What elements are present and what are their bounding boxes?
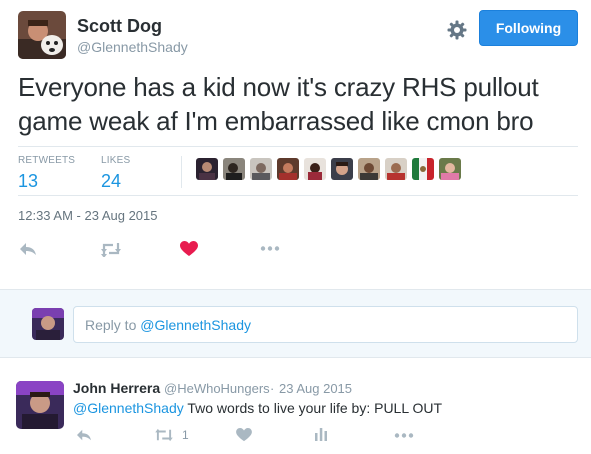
- analytics-icon: [314, 427, 328, 441]
- author-display-name[interactable]: Scott Dog: [77, 16, 162, 37]
- reply-retweet-action[interactable]: 1: [154, 428, 189, 442]
- retweet-icon: [100, 241, 122, 257]
- reply-text-body: Two words to live your life by: PULL OUT: [183, 400, 443, 416]
- author-screen-name[interactable]: @GlennethShady: [77, 39, 188, 55]
- retweets-count: 13: [18, 171, 39, 191]
- likes-label: LIKES: [101, 155, 131, 166]
- reply-reply-action[interactable]: [75, 428, 93, 442]
- retweets-stat[interactable]: RETWEETS 13: [18, 155, 75, 192]
- liker-avatar[interactable]: [358, 158, 380, 180]
- gear-icon[interactable]: [446, 19, 468, 41]
- following-button[interactable]: Following: [479, 10, 578, 46]
- liker-avatar[interactable]: [277, 158, 299, 180]
- liker-avatar[interactable]: [250, 158, 272, 180]
- reply-analytics-action[interactable]: [314, 427, 328, 441]
- liker-avatar[interactable]: [223, 158, 245, 180]
- liker-avatar[interactable]: [439, 158, 461, 180]
- likes-stat[interactable]: LIKES 24: [101, 155, 130, 192]
- retweets-label: RETWEETS: [18, 155, 76, 166]
- retweet-icon: [154, 428, 174, 442]
- reply-text-mention[interactable]: @GlennethShady: [73, 400, 184, 416]
- liker-avatar[interactable]: [196, 158, 218, 180]
- liker-avatar[interactable]: [385, 158, 407, 180]
- liker-avatar[interactable]: [304, 158, 326, 180]
- more-icon: [260, 246, 280, 251]
- heart-icon: [180, 241, 198, 257]
- reply-meta-separator: ·: [270, 381, 275, 396]
- like-action[interactable]: [180, 241, 198, 257]
- reply-author-name[interactable]: John Herrera: [73, 380, 160, 396]
- stats-divider-bottom: [18, 195, 578, 196]
- likers-avatars: [196, 158, 461, 180]
- reply-icon: [75, 428, 93, 442]
- liker-avatar[interactable]: [331, 158, 353, 180]
- reply-mention: @GlennethShady: [140, 317, 251, 333]
- reply-author-avatar[interactable]: [16, 381, 64, 429]
- reply-input[interactable]: Reply to @GlennethShady: [73, 306, 578, 343]
- retweet-action[interactable]: [100, 241, 122, 257]
- reply-prefix: Reply to: [85, 317, 141, 333]
- reply-like-action[interactable]: [236, 428, 252, 442]
- reply-icon: [18, 241, 38, 257]
- reply-date[interactable]: 23 Aug 2015: [279, 381, 352, 396]
- reply-retweet-count: 1: [182, 428, 189, 442]
- stats-separator: [181, 156, 182, 188]
- tweet-timestamp[interactable]: 12:33 AM - 23 Aug 2015: [18, 208, 158, 223]
- more-icon: [394, 433, 414, 438]
- likes-count: 24: [101, 171, 122, 191]
- heart-icon: [236, 428, 252, 442]
- liker-avatar[interactable]: [412, 158, 434, 180]
- reply-text: @GlennethShady Two words to live your li…: [73, 400, 442, 416]
- more-action[interactable]: [260, 246, 280, 251]
- author-avatar[interactable]: [18, 11, 66, 59]
- reply-action[interactable]: [18, 241, 38, 257]
- reply-more-action[interactable]: [394, 433, 414, 438]
- current-user-avatar: [32, 308, 64, 340]
- tweet-text: Everyone has a kid now it's crazy RHS pu…: [18, 72, 539, 136]
- reply-author-screen-name[interactable]: @HeWhoHungers: [164, 381, 270, 396]
- stats-divider-top: [18, 146, 578, 147]
